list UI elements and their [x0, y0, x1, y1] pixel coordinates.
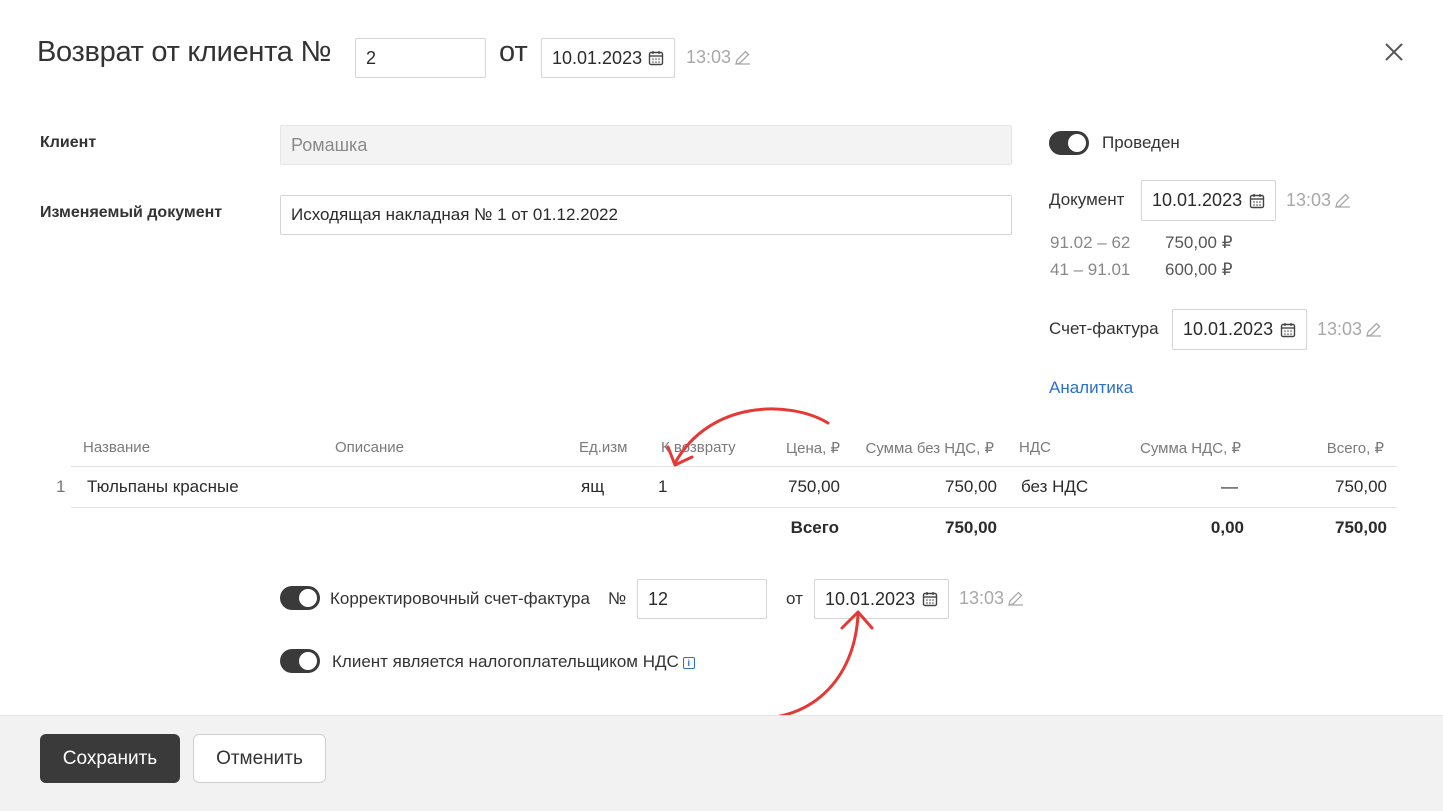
invoice-time[interactable]: 13:03	[1317, 319, 1382, 340]
calendar-icon	[648, 51, 664, 66]
client-label: Клиент	[40, 134, 97, 151]
invoice-time-value: 13:03	[1317, 319, 1363, 339]
column-header-vat-sum: Сумма НДС, ₽	[1139, 440, 1241, 457]
ot-label: от	[499, 36, 528, 68]
annotation-arrow	[740, 610, 874, 721]
close-icon[interactable]	[1382, 40, 1406, 64]
changed-document-label: Изменяемый документ	[40, 204, 223, 221]
posted-label: Проведен	[1102, 133, 1180, 152]
invoice-date-value: 10.01.2023	[1183, 319, 1274, 339]
totals-sum-no-vat: 750,00	[945, 518, 997, 537]
row-unit[interactable]: ящ	[581, 477, 604, 497]
analytics-link[interactable]: Аналитика	[1049, 378, 1133, 398]
row-total: 750,00	[1335, 477, 1387, 496]
document-time[interactable]: 13:03	[686, 47, 751, 68]
side-document-date-input[interactable]: 10.01.2023	[1141, 180, 1276, 221]
row-sum-no-vat: 750,00	[945, 477, 997, 496]
calendar-icon	[922, 592, 938, 607]
totals-vat-sum: 0,00	[1210, 518, 1244, 537]
totals-label: Всего	[790, 518, 839, 537]
document-number-input[interactable]: 2	[355, 38, 486, 78]
invoice-date-input[interactable]: 10.01.2023	[1172, 309, 1307, 350]
document-date-label: Документ	[1049, 190, 1125, 209]
column-header-total: Всего, ₽	[1326, 440, 1384, 457]
vat-payer-label: Клиент является налогоплательщиком НДС	[332, 652, 679, 671]
entry-account: 41 – 91.01	[1050, 260, 1131, 279]
document-time-value: 13:03	[686, 47, 732, 67]
client-input: Ромашка	[280, 125, 1012, 165]
entry-account: 91.02 – 62	[1050, 233, 1131, 252]
calendar-icon	[1280, 322, 1296, 337]
cancel-button[interactable]: Отменить	[193, 734, 326, 783]
correction-invoice-label: Корректировочный счет-фактура	[330, 589, 590, 608]
row-vat[interactable]: без НДС	[1021, 477, 1088, 497]
pencil-icon	[1335, 193, 1351, 208]
vat-payer-toggle[interactable]	[280, 649, 320, 673]
invoice-label: Счет-фактура	[1049, 319, 1159, 338]
posted-toggle[interactable]	[1049, 131, 1089, 155]
document-number-value: 2	[366, 47, 377, 68]
save-button[interactable]: Сохранить	[40, 734, 180, 783]
column-header-sum-no-vat: Сумма без НДС, ₽	[865, 440, 994, 457]
side-document-date-value: 10.01.2023	[1152, 190, 1243, 210]
client-value: Ромашка	[291, 134, 368, 155]
row-number: 1	[56, 477, 66, 496]
correction-invoice-toggle[interactable]	[280, 586, 320, 610]
pencil-icon	[1008, 591, 1024, 606]
table-divider	[71, 507, 1397, 508]
document-date-value: 10.01.2023	[552, 47, 643, 68]
column-header-description: Описание	[335, 439, 405, 456]
column-header-vat: НДС	[1019, 439, 1051, 456]
entry-amount: 600,00 ₽	[1165, 260, 1233, 279]
side-document-time[interactable]: 13:03	[1286, 190, 1351, 211]
correction-number-value: 12	[648, 588, 669, 609]
row-price[interactable]: 750,00	[740, 477, 840, 497]
vat-payer-label-wrap: Клиент является налогоплательщиком НДС i	[332, 652, 695, 672]
entry-amount: 750,00 ₽	[1165, 233, 1233, 252]
pencil-icon	[735, 50, 751, 65]
correction-number-sign: №	[608, 589, 627, 608]
row-name[interactable]: Тюльпаны красные	[87, 477, 239, 497]
pencil-icon	[1366, 322, 1382, 337]
annotation-arrow	[666, 407, 830, 467]
changed-document-input[interactable]: Исходящая накладная № 1 от 01.12.2022	[280, 195, 1012, 235]
totals-total: 750,00	[1335, 518, 1387, 537]
row-quantity[interactable]: 1	[658, 477, 667, 497]
column-header-name: Название	[83, 439, 151, 456]
changed-document-value: Исходящая накладная № 1 от 01.12.2022	[291, 205, 618, 224]
calendar-icon	[1249, 193, 1265, 208]
page-title: Возврат от клиента №	[37, 36, 332, 68]
info-icon[interactable]: i	[682, 656, 695, 669]
side-document-time-value: 13:03	[1286, 190, 1332, 210]
correction-time[interactable]: 13:03	[959, 588, 1024, 609]
column-header-unit: Ед.изм	[579, 439, 628, 456]
row-vat-sum: —	[1221, 477, 1238, 496]
correction-time-value: 13:03	[959, 588, 1005, 608]
document-date-input[interactable]: 10.01.2023	[541, 38, 675, 78]
